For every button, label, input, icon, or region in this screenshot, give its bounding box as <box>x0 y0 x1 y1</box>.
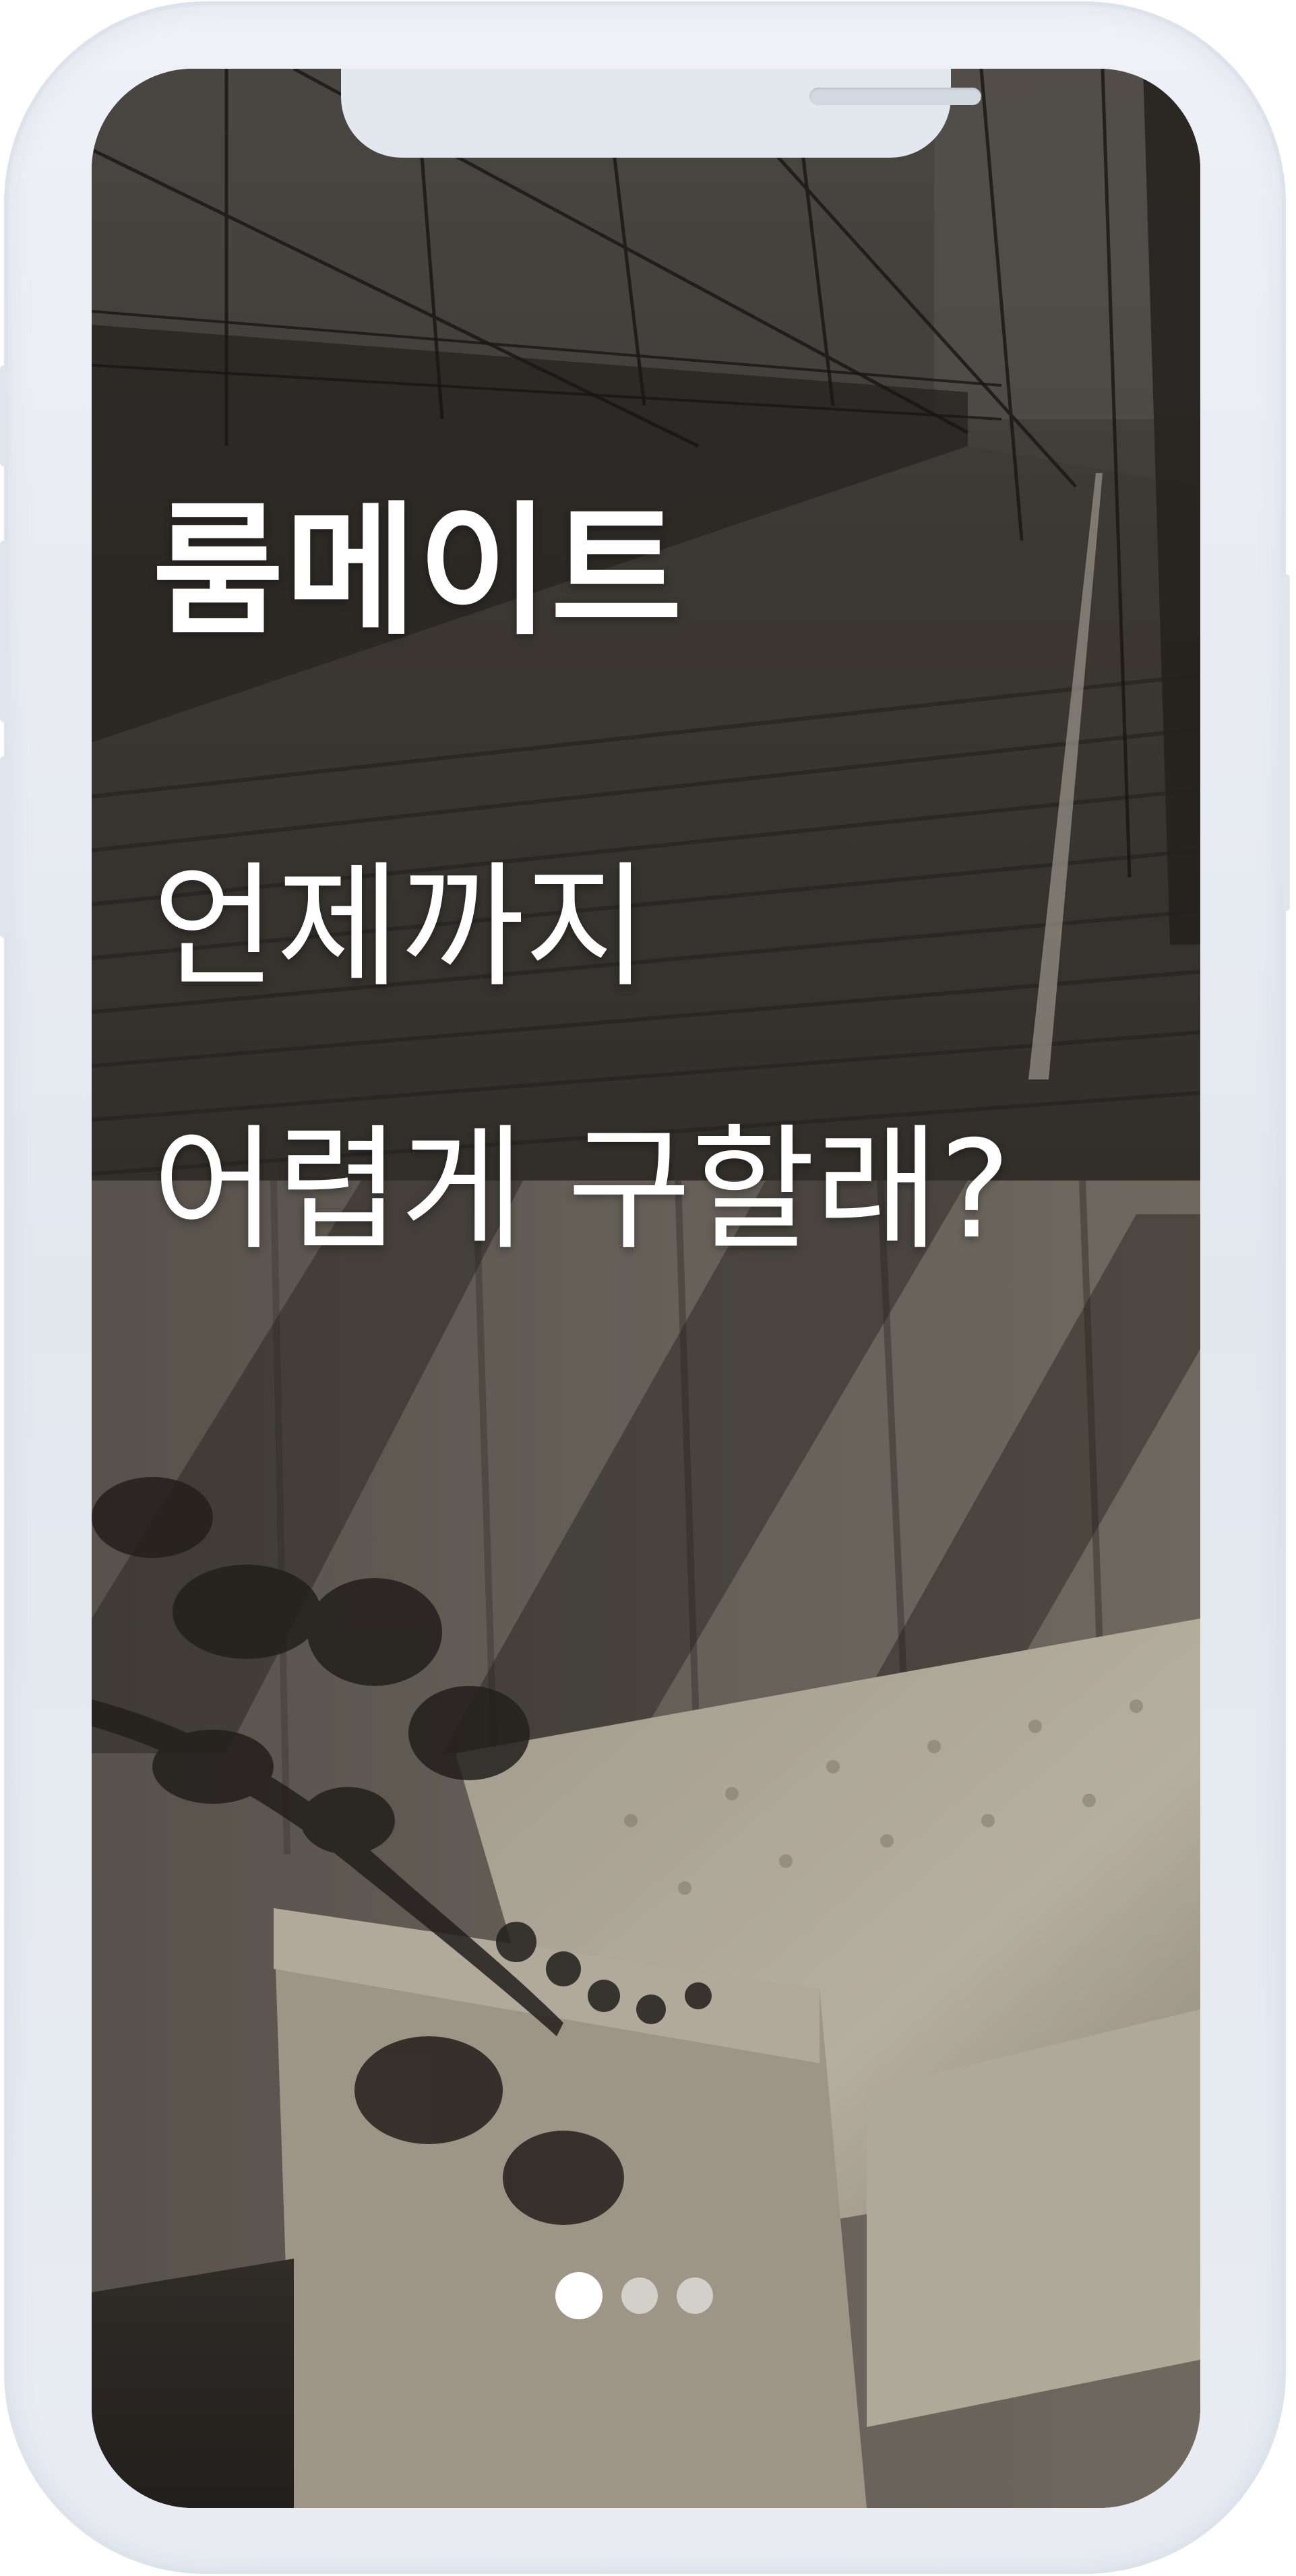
mute-switch <box>0 365 8 466</box>
power-button <box>1282 574 1290 911</box>
device-notch <box>341 69 981 158</box>
page-dot-1[interactable] <box>555 2272 603 2319</box>
volume-up-button <box>0 540 8 722</box>
phone-frame: 룸메이트 언제까지 어렵게 구할래? <box>0 1 1290 2574</box>
page-indicator <box>555 2272 713 2319</box>
earpiece-speaker <box>809 88 981 105</box>
headline-line-2: 어렵게 구할래? <box>152 1112 1011 1269</box>
headline-line-1: 언제까지 <box>152 849 649 1006</box>
volume-down-button <box>0 756 8 938</box>
image-dim-overlay <box>92 69 1200 2508</box>
page-dot-2[interactable] <box>621 2277 658 2314</box>
brand-title: 룸메이트 <box>152 488 684 654</box>
app-screen: 룸메이트 언제까지 어렵게 구할래? <box>92 69 1200 2508</box>
page-dot-3[interactable] <box>677 2277 713 2314</box>
